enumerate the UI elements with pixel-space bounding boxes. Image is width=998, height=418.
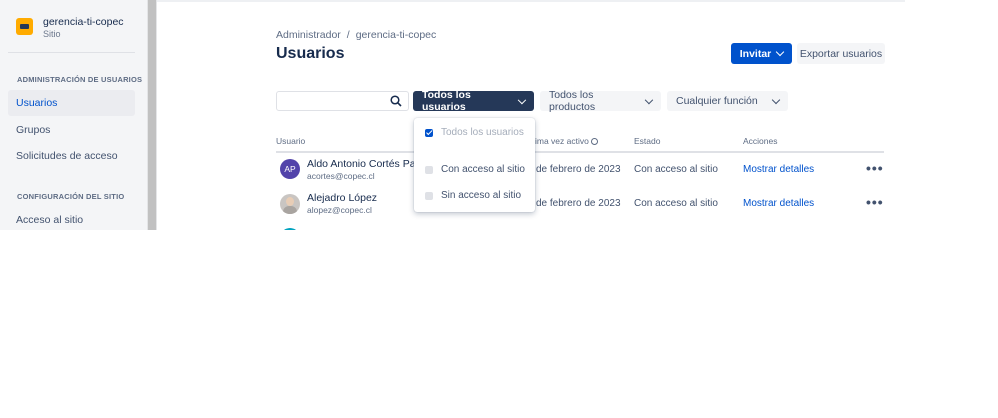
user-name[interactable]: Aldo Antonio Cortés Pasté (307, 158, 430, 170)
sidebar-item-grupos[interactable]: Grupos (8, 117, 135, 143)
chevron-down-icon (776, 47, 785, 57)
breadcrumb: Administrador / gerencia-ti-copec (276, 29, 436, 41)
menu-option-all-users[interactable]: Todos los usuarios (425, 127, 524, 138)
sidebar-item-solicitudes[interactable]: Solicitudes de acceso (8, 143, 135, 169)
filter-users-dropdown[interactable]: Todos los usuarios (413, 89, 534, 113)
avatar[interactable]: AP (280, 159, 300, 179)
sidebar: gerencia-ti-copec Sitio ADMINISTRACIÓN D… (0, 0, 147, 230)
menu-option-with-access[interactable]: Con acceso al sitio (425, 164, 525, 175)
user-email: acortes@copec.cl (307, 171, 375, 181)
filter-users-label: Todos los usuarios (422, 89, 471, 113)
column-header-user[interactable]: Usuario (276, 136, 305, 146)
last-active-value: de febrero de 2023 (536, 164, 621, 175)
checkbox-icon[interactable] (425, 191, 433, 200)
menu-option-label: Con acceso al sitio (441, 164, 525, 175)
page-title: Usuarios (276, 45, 345, 62)
show-details-link[interactable]: Mostrar detalles (743, 164, 814, 175)
sidebar-section-site-config: CONFIGURACIÓN DEL SITIO (17, 192, 125, 201)
more-icon[interactable]: ••• (866, 160, 884, 176)
sidebar-section-user-admin: ADMINISTRACIÓN DE USUARIOS (17, 75, 143, 84)
column-header-actions: Acciones (743, 136, 778, 146)
chevron-down-icon (645, 95, 654, 104)
show-details-link[interactable]: Mostrar detalles (743, 198, 814, 209)
avatar[interactable] (280, 228, 300, 230)
breadcrumb-current[interactable]: gerencia-ti-copec (356, 29, 437, 41)
site-header[interactable]: gerencia-ti-copec Sitio (16, 16, 124, 39)
status-value: Con acceso al sitio (634, 198, 718, 209)
filter-products-label: Todos los productos (549, 89, 596, 113)
more-icon[interactable]: ••• (866, 194, 884, 210)
sidebar-divider (8, 52, 135, 53)
chevron-down-icon (771, 95, 781, 104)
site-subtitle: Sitio (43, 29, 61, 39)
avatar-head (286, 197, 294, 206)
site-name: gerencia-ti-copec (43, 16, 124, 28)
sidebar-item-usuarios[interactable]: Usuarios (8, 90, 135, 116)
search-icon[interactable] (390, 95, 402, 107)
column-header-last-active-label: ima vez activo (535, 136, 589, 146)
table-header-divider (276, 151, 884, 153)
chevron-down-icon (518, 95, 527, 104)
invite-button[interactable]: Invitar (731, 43, 792, 64)
menu-option-label: Sin acceso al sitio (441, 190, 522, 201)
filter-role-label: Cualquier función (676, 95, 758, 107)
search-input[interactable] (276, 91, 409, 111)
export-users-button[interactable]: Exportar usuarios (797, 43, 885, 64)
column-header-last-active[interactable]: ima vez activo (535, 136, 599, 146)
filter-role-dropdown[interactable]: Cualquier función (667, 91, 788, 111)
avatar-body (283, 206, 297, 214)
last-active-value: de febrero de 2023 (536, 198, 621, 209)
top-border (157, 0, 905, 2)
avatar[interactable] (280, 194, 300, 214)
checkbox-icon[interactable] (425, 165, 433, 174)
menu-option-label: Todos los usuarios (441, 127, 524, 138)
invite-button-label: Invitar (739, 47, 772, 60)
sidebar-item-acceso-sitio[interactable]: Acceso al sitio (8, 207, 135, 230)
checkbox-checked-icon[interactable] (425, 128, 433, 137)
breadcrumb-root[interactable]: Administrador (276, 29, 341, 41)
site-logo-icon (16, 18, 33, 35)
column-header-status: Estado (634, 136, 661, 146)
user-email: alopez@copec.cl (307, 205, 372, 215)
breadcrumb-separator: / (346, 29, 350, 41)
users-filter-menu: Todos los usuarios Con acceso al sitio S… (414, 118, 535, 212)
menu-option-without-access[interactable]: Sin acceso al sitio (425, 190, 521, 201)
info-icon[interactable] (591, 138, 599, 145)
user-name[interactable]: Alejadro López (307, 192, 377, 204)
status-value: Con acceso al sitio (634, 164, 718, 175)
filter-products-dropdown[interactable]: Todos los productos (540, 89, 661, 113)
sidebar-scrollbar-thumb[interactable] (148, 0, 156, 230)
app-frame: gerencia-ti-copec Sitio ADMINISTRACIÓN D… (0, 0, 905, 230)
